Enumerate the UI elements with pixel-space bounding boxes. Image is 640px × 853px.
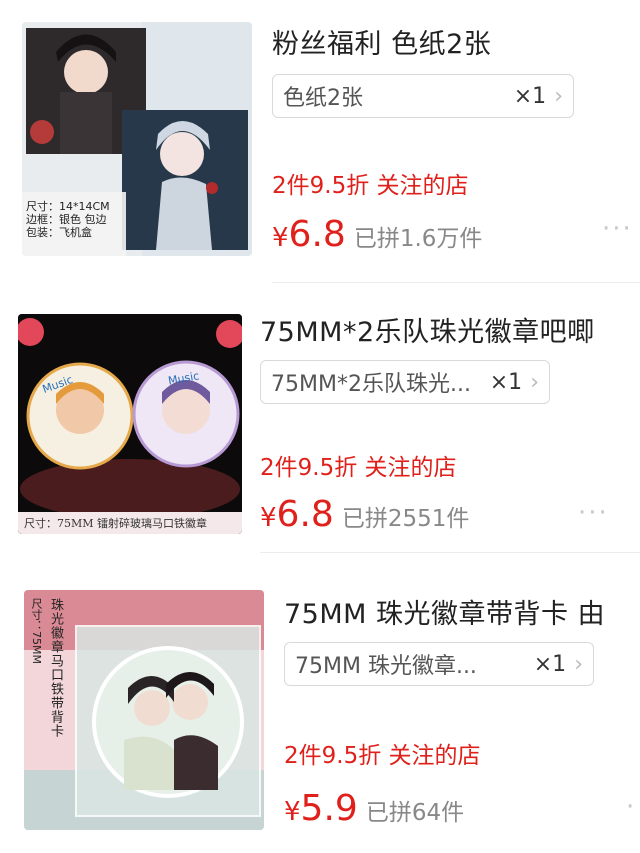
sku-label-3: 75MM 珠光徽章... — [295, 654, 477, 679]
caption-line: 包装：飞机盒 — [26, 226, 92, 239]
sku-qty-3: ×1 — [533, 651, 567, 677]
price-value-1: 6.8 — [288, 214, 346, 255]
sku-label-1: 色纸2张 — [283, 86, 363, 111]
product-title-3[interactable]: 75MM 珠光徽章带背卡 由 — [284, 592, 605, 631]
price-value-2: 6.8 — [276, 494, 334, 535]
currency-symbol: ¥ — [284, 797, 301, 827]
promo-text-2: 2件9.5折 关注的店 — [260, 455, 457, 481]
sold-count-2: 已拼2551件 — [341, 506, 470, 532]
currency-symbol: ¥ — [272, 223, 289, 253]
product-item-1[interactable]: 尺寸：14*14CM 边框：银色 包边 包装：飞机盒 粉丝福利 色纸2张 色纸2… — [0, 0, 640, 280]
price-value-3: 5.9 — [300, 788, 358, 829]
price-row-2: ¥ 6.8 已拼2551件 — [260, 494, 469, 535]
sku-qty-2: ×1 — [489, 369, 523, 395]
chevron-right-icon: › — [574, 651, 583, 677]
more-dots-icon[interactable]: ··· — [602, 214, 633, 244]
more-dots-icon[interactable]: · — [626, 792, 636, 822]
product-item-3[interactable]: 尺寸：75MM 珠光徽章马口铁带背卡 75MM 珠光徽章带背卡 由 75MM 珠… — [0, 552, 640, 853]
promo-text-1: 2件9.5折 关注的店 — [272, 173, 469, 199]
product-title-1[interactable]: 粉丝福利 色纸2张 — [272, 22, 491, 61]
price-row-1: ¥ 6.8 已拼1.6万件 — [272, 214, 482, 255]
product-image-2-art — [18, 314, 242, 534]
more-dots-icon[interactable]: ··· — [578, 498, 609, 528]
caption-desc: 珠光徽章马口铁带背卡 — [48, 598, 63, 738]
caption-size: 尺寸：75MM — [30, 598, 43, 664]
price-row-3: ¥ 5.9 已拼64件 — [284, 788, 464, 829]
sku-selector-3[interactable]: 75MM 珠光徽章... ×1 › — [284, 642, 594, 686]
currency-symbol: ¥ — [260, 503, 277, 533]
caption-line: 尺寸：14*14CM — [26, 200, 110, 213]
image-caption-1: 尺寸：14*14CM 边框：银色 包边 包装：飞机盒 — [26, 200, 110, 239]
image-caption-2: 尺寸：75MM 镭射碎玻璃马口铁徽章 — [24, 517, 208, 530]
product-item-2[interactable]: Music Music 尺寸：75MM 镭射碎玻璃马口铁徽章 75MM*2乐队珠… — [0, 282, 640, 550]
chevron-right-icon: › — [530, 369, 539, 395]
sold-count-1: 已拼1.6万件 — [353, 226, 483, 252]
product-image-2[interactable]: Music Music 尺寸：75MM 镭射碎玻璃马口铁徽章 — [18, 314, 242, 534]
sold-count-3: 已拼64件 — [365, 800, 465, 826]
product-image-3[interactable]: 尺寸：75MM 珠光徽章马口铁带背卡 — [24, 590, 264, 830]
sku-selector-2[interactable]: 75MM*2乐队珠光... ×1 › — [260, 360, 550, 404]
promo-text-3: 2件9.5折 关注的店 — [284, 743, 481, 769]
sku-label-2: 75MM*2乐队珠光... — [271, 372, 471, 397]
sku-qty-1: ×1 — [513, 83, 547, 109]
sku-selector-1[interactable]: 色纸2张 ×1 › — [272, 74, 574, 118]
product-image-1[interactable]: 尺寸：14*14CM 边框：银色 包边 包装：飞机盒 — [22, 22, 252, 256]
product-title-2[interactable]: 75MM*2乐队珠光徽章吧唧 — [260, 310, 595, 349]
caption-line: 边框：银色 包边 — [26, 213, 107, 226]
chevron-right-icon: › — [554, 83, 563, 109]
